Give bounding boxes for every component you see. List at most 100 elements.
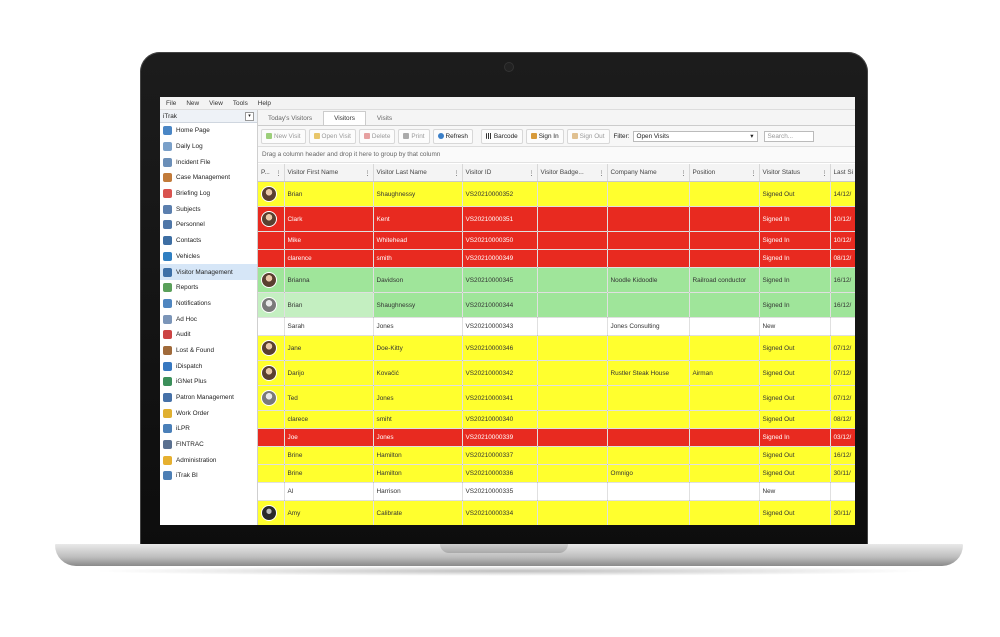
table-row[interactable]: Jane Doe-Kitty VS20210000346 Signed Out 07/1… [258,335,855,361]
cell-last: Kovačić [373,360,463,386]
table-row[interactable]: Brian Shaughnessy VS20210000352 Signed Out 1… [258,181,855,207]
table-row[interactable]: Al Harrison VS20210000335 New [258,482,855,501]
sidebar-item[interactable]: Subjects [160,201,257,217]
column-header[interactable]: Visitor Last Name ⋮ [373,164,463,182]
photo-cell [258,482,285,501]
column-header[interactable]: P... ⋮ [258,164,285,182]
sign-in-button[interactable]: Sign In [525,128,564,144]
work-order-icon [163,408,172,418]
tab-todays-visitors[interactable]: Today's Visitors [258,112,322,125]
sidebar-item-label: Home Page [176,127,210,135]
sidebar-item[interactable]: Administration [160,452,257,468]
sidebar-item[interactable]: Notifications [160,296,257,312]
menu-file[interactable]: File [166,100,176,107]
column-header[interactable]: Company Name ⋮ [607,164,690,182]
sidebar-item[interactable]: Daily Log [160,139,257,155]
cell-id: VS20210000344 [462,292,538,318]
sidebar-item[interactable]: Visitor Management [160,264,257,280]
column-menu-icon[interactable]: ⋮ [364,169,370,177]
bi-icon [163,471,172,481]
barcode-button[interactable]: Barcode [480,128,523,144]
column-menu-icon[interactable]: ⋮ [680,169,686,177]
cell-last: Jones [373,317,463,336]
cell-position [689,335,760,361]
sidebar-item[interactable]: Work Order [160,405,257,421]
camera-icon [505,63,513,71]
table-row[interactable]: Brine Hamilton VS20210000336 Omnigo Signed O… [258,464,855,483]
cell-badge [537,410,608,429]
sidebar-item[interactable]: Briefing Log [160,186,257,202]
column-menu-icon[interactable]: ⋮ [275,169,281,177]
sidebar-item[interactable]: Contacts [160,233,257,249]
open-visit-button[interactable]: Open Visit [308,128,356,144]
menu-tools[interactable]: Tools [233,100,248,107]
menu-bar: File New View Tools Help [160,97,855,110]
sidebar-item[interactable]: iGNet Plus [160,374,257,390]
cell-id: VS20210000340 [462,410,538,429]
column-menu-icon[interactable]: ⋮ [453,169,459,177]
column-header[interactable]: Position ⋮ [689,164,760,182]
column-header[interactable]: Visitor Badge... ⋮ [537,164,608,182]
column-menu-icon[interactable]: ⋮ [528,169,534,177]
delete-icon [363,133,370,139]
menu-new[interactable]: New [186,100,199,107]
table-row[interactable]: clarence smith VS20210000349 Signed In 08/12… [258,249,855,268]
chevron-down-icon: ▾ [750,133,754,140]
sidebar-item[interactable]: Personnel [160,217,257,233]
table-row[interactable]: Mike Whitehead VS20210000350 Signed In 10/12… [258,231,855,250]
column-header[interactable]: Last Si [830,164,855,182]
group-by-area[interactable]: Drag a column header and drop it here to… [258,147,855,163]
sidebar-item[interactable]: Patron Management [160,390,257,406]
new-visit-button[interactable]: New Visit [261,128,306,144]
table-row[interactable]: Ted Jones VS20210000341 Signed Out 07/12/ [258,385,855,411]
table-row[interactable]: Sarah Jones VS20210000343 Jones Consulting N… [258,317,855,336]
filter-select[interactable]: Open Visits ▾ [632,130,758,142]
refresh-button[interactable]: Refresh [432,128,473,144]
sidebar-item[interactable]: Audit [160,327,257,343]
column-header[interactable]: Visitor ID ⋮ [462,164,538,182]
column-menu-icon[interactable]: ⋮ [821,169,827,177]
table-row[interactable]: Brine Hamilton VS20210000337 Signed Out 16/1… [258,446,855,465]
table-row[interactable]: Brian Shaughnessy VS20210000344 Signed In 16… [258,292,855,318]
sidebar-item[interactable]: Lost & Found [160,343,257,359]
sign-out-button[interactable]: Sign Out [566,128,610,144]
photo-cell [258,267,285,293]
column-header-label: Position [692,169,716,176]
column-menu-icon[interactable]: ⋮ [598,169,604,177]
search-input[interactable]: Search... [763,130,814,142]
sidebar-item[interactable]: FINTRAC [160,437,257,453]
table-row[interactable]: Amy Calibrate VS20210000334 Signed Out 30/11… [258,500,855,525]
tab-visitors[interactable]: Visitors [323,111,366,125]
column-header[interactable]: Visitor First Name ⋮ [284,164,374,182]
sidebar-item-label: iLPR [176,425,190,433]
sidebar-item[interactable]: Home Page [160,123,257,139]
sidebar-item[interactable]: Vehicles [160,249,257,265]
print-button[interactable]: Print [398,128,430,144]
column-menu-icon[interactable]: ⋮ [750,169,756,177]
cell-first: Brianna [284,267,374,293]
column-header[interactable]: Visitor Status ⋮ [759,164,831,182]
sidebar-item[interactable]: Reports [160,280,257,296]
cell-last: Kent [373,206,463,232]
cell-last-si: 08/12/ [830,410,855,429]
sidebar-item[interactable]: Ad Hoc [160,311,257,327]
sidebar-item[interactable]: Case Management [160,170,257,186]
sidebar-item[interactable]: Incident File [160,154,257,170]
menu-view[interactable]: View [209,100,223,107]
table-row[interactable]: clarece smiht VS20210000340 Signed Out 08/12… [258,410,855,429]
chevron-down-icon[interactable]: ▾ [245,111,254,121]
table-row[interactable]: Brianna Davidson VS20210000345 Noodle Kidoo… [258,267,855,293]
sidebar-item[interactable]: iDispatch [160,358,257,374]
sidebar-item[interactable]: iTrak BI [160,468,257,484]
table-row[interactable]: Darijo Kovačić VS20210000342 Rustler Steak … [258,360,855,386]
avatar [261,272,277,288]
sidebar-item-label: Daily Log [176,143,203,151]
menu-help[interactable]: Help [258,100,271,107]
delete-button[interactable]: Delete [358,128,396,144]
cell-last: Hamilton [373,446,463,465]
cell-badge [537,428,608,447]
table-row[interactable]: Joe Jones VS20210000339 Signed In 03/12/ [258,428,855,447]
sidebar-item[interactable]: iLPR [160,421,257,437]
tab-visits[interactable]: Visits [367,112,402,125]
table-row[interactable]: Clark Kent VS20210000351 Signed In 10/12/ [258,206,855,232]
